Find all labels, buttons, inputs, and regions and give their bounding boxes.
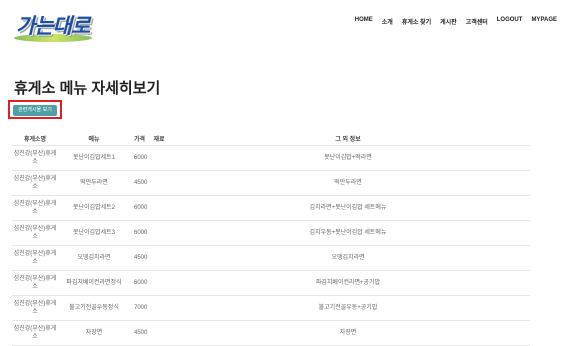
cell-price: 6000 — [130, 220, 152, 246]
nav-logout[interactable]: LOGOUT — [497, 17, 523, 26]
header-menu: 메뉴 — [58, 124, 130, 146]
cell-other-info: 못난이김밥+떡라면 — [166, 145, 530, 171]
nav-home[interactable]: HOME — [355, 17, 373, 26]
table-row[interactable]: 섬진강(부산)휴게소 못난이김밥세트3 6000 김치우동+못난이김밥 세트메뉴 — [12, 220, 530, 246]
cell-other-info: 떡만두라면 — [166, 170, 530, 196]
table-row[interactable]: 섬진강(부산)휴게소 불고기전골우동정식 7000 불고기전골우동+공기밥 — [12, 295, 530, 321]
main-nav: HOME 소개 휴게소 찾기 게시판 고객센터 LOGOUT MYPAGE — [355, 17, 557, 26]
nav-mypage[interactable]: MYPAGE — [531, 17, 557, 26]
cell-ingredient — [152, 220, 166, 246]
cell-price: 6000 — [130, 270, 152, 296]
nav-customer-center[interactable]: 고객센터 — [466, 17, 488, 26]
cell-menu: 오뎅김치라면 — [58, 245, 130, 271]
cell-store: 섬진강(부산)휴게소 — [12, 170, 58, 196]
cell-price: 7000 — [130, 295, 152, 321]
cell-menu: 떡만두라면 — [58, 170, 130, 196]
cell-ingredient — [152, 270, 166, 296]
cell-menu: 불고기전골우동정식 — [58, 295, 130, 321]
cell-store: 섬진강(부산)휴게소 — [12, 220, 58, 246]
table-row[interactable]: 섬진강(부산)휴게소 자장면 4500 자장면 — [12, 320, 530, 346]
nav-about[interactable]: 소개 — [382, 17, 393, 26]
header-price: 가격 — [130, 124, 152, 146]
table-row[interactable]: 섬진강(부산)휴게소 못난이김밥세트1 6000 못난이김밥+떡라면 — [12, 145, 530, 171]
table-row[interactable]: 섬진강(부산)휴게소 파김치베이컨라면정식 6000 파김치베이컨라면+공기밥 — [12, 270, 530, 296]
nav-board[interactable]: 게시판 — [440, 17, 457, 26]
cell-other-info: 파김치베이컨라면+공기밥 — [166, 270, 530, 296]
cell-menu: 못난이김밥세트3 — [58, 220, 130, 246]
cell-ingredient — [152, 320, 166, 346]
cell-other-info: 김치우동+못난이김밥 세트메뉴 — [166, 220, 530, 246]
cell-store: 섬진강(부산)휴게소 — [12, 145, 58, 171]
table-row[interactable]: 섬진강(부산)휴게소 떡만두라면 4500 떡만두라면 — [12, 170, 530, 196]
logo-text: 가는대로 — [16, 14, 90, 38]
cell-store: 섬진강(부산)휴게소 — [12, 245, 58, 271]
cell-store: 섬진강(부산)휴게소 — [12, 270, 58, 296]
highlight-box: 관련게시물 보기 — [8, 100, 62, 119]
cell-other-info: 오뎅김치라면 — [166, 245, 530, 271]
cell-price: 4500 — [130, 320, 152, 346]
header-other-info: 그 외 정보 — [166, 124, 530, 146]
cell-price: 6000 — [130, 195, 152, 221]
cell-price: 4500 — [130, 170, 152, 196]
table-header-row: 휴게소명 메뉴 가격 재료 그 외 정보 — [12, 124, 530, 146]
cell-price: 6000 — [130, 145, 152, 171]
site-logo[interactable]: 가는대로 — [12, 8, 94, 42]
cell-menu: 못난이김밥세트1 — [58, 145, 130, 171]
cell-store: 섬진강(부산)휴게소 — [12, 320, 58, 346]
cell-other-info: 불고기전골우동+공기밥 — [166, 295, 530, 321]
header-ingredient: 재료 — [152, 124, 166, 146]
table-row[interactable]: 섬진강(부산)휴게소 못난이김밥세트2 6000 김치라면+못난이김밥 세트메뉴 — [12, 195, 530, 221]
cell-menu: 파김치베이컨라면정식 — [58, 270, 130, 296]
cell-other-info: 자장면 — [166, 320, 530, 346]
cell-store: 섬진강(부산)휴게소 — [12, 295, 58, 321]
cell-ingredient — [152, 245, 166, 271]
cell-price: 4500 — [130, 245, 152, 271]
cell-other-info: 김치라면+못난이김밥 세트메뉴 — [166, 195, 530, 221]
page-title: 휴게소 메뉴 자세히보기 — [14, 80, 161, 97]
cell-ingredient — [152, 195, 166, 221]
table-row[interactable]: 섬진강(부산)휴게소 오뎅김치라면 4500 오뎅김치라면 — [12, 245, 530, 271]
nav-find-rest-area[interactable]: 휴게소 찾기 — [402, 17, 431, 26]
cell-store: 섬진강(부산)휴게소 — [12, 195, 58, 221]
cell-ingredient — [152, 145, 166, 171]
cell-menu: 못난이김밥세트2 — [58, 195, 130, 221]
cell-menu: 자장면 — [58, 320, 130, 346]
related-posts-button[interactable]: 관련게시물 보기 — [13, 105, 57, 116]
cell-ingredient — [152, 170, 166, 196]
header-store: 휴게소명 — [12, 124, 58, 146]
cell-ingredient — [152, 295, 166, 321]
menu-table: 휴게소명 메뉴 가격 재료 그 외 정보 섬진강(부산)휴게소 못난이김밥세트1… — [12, 124, 530, 346]
